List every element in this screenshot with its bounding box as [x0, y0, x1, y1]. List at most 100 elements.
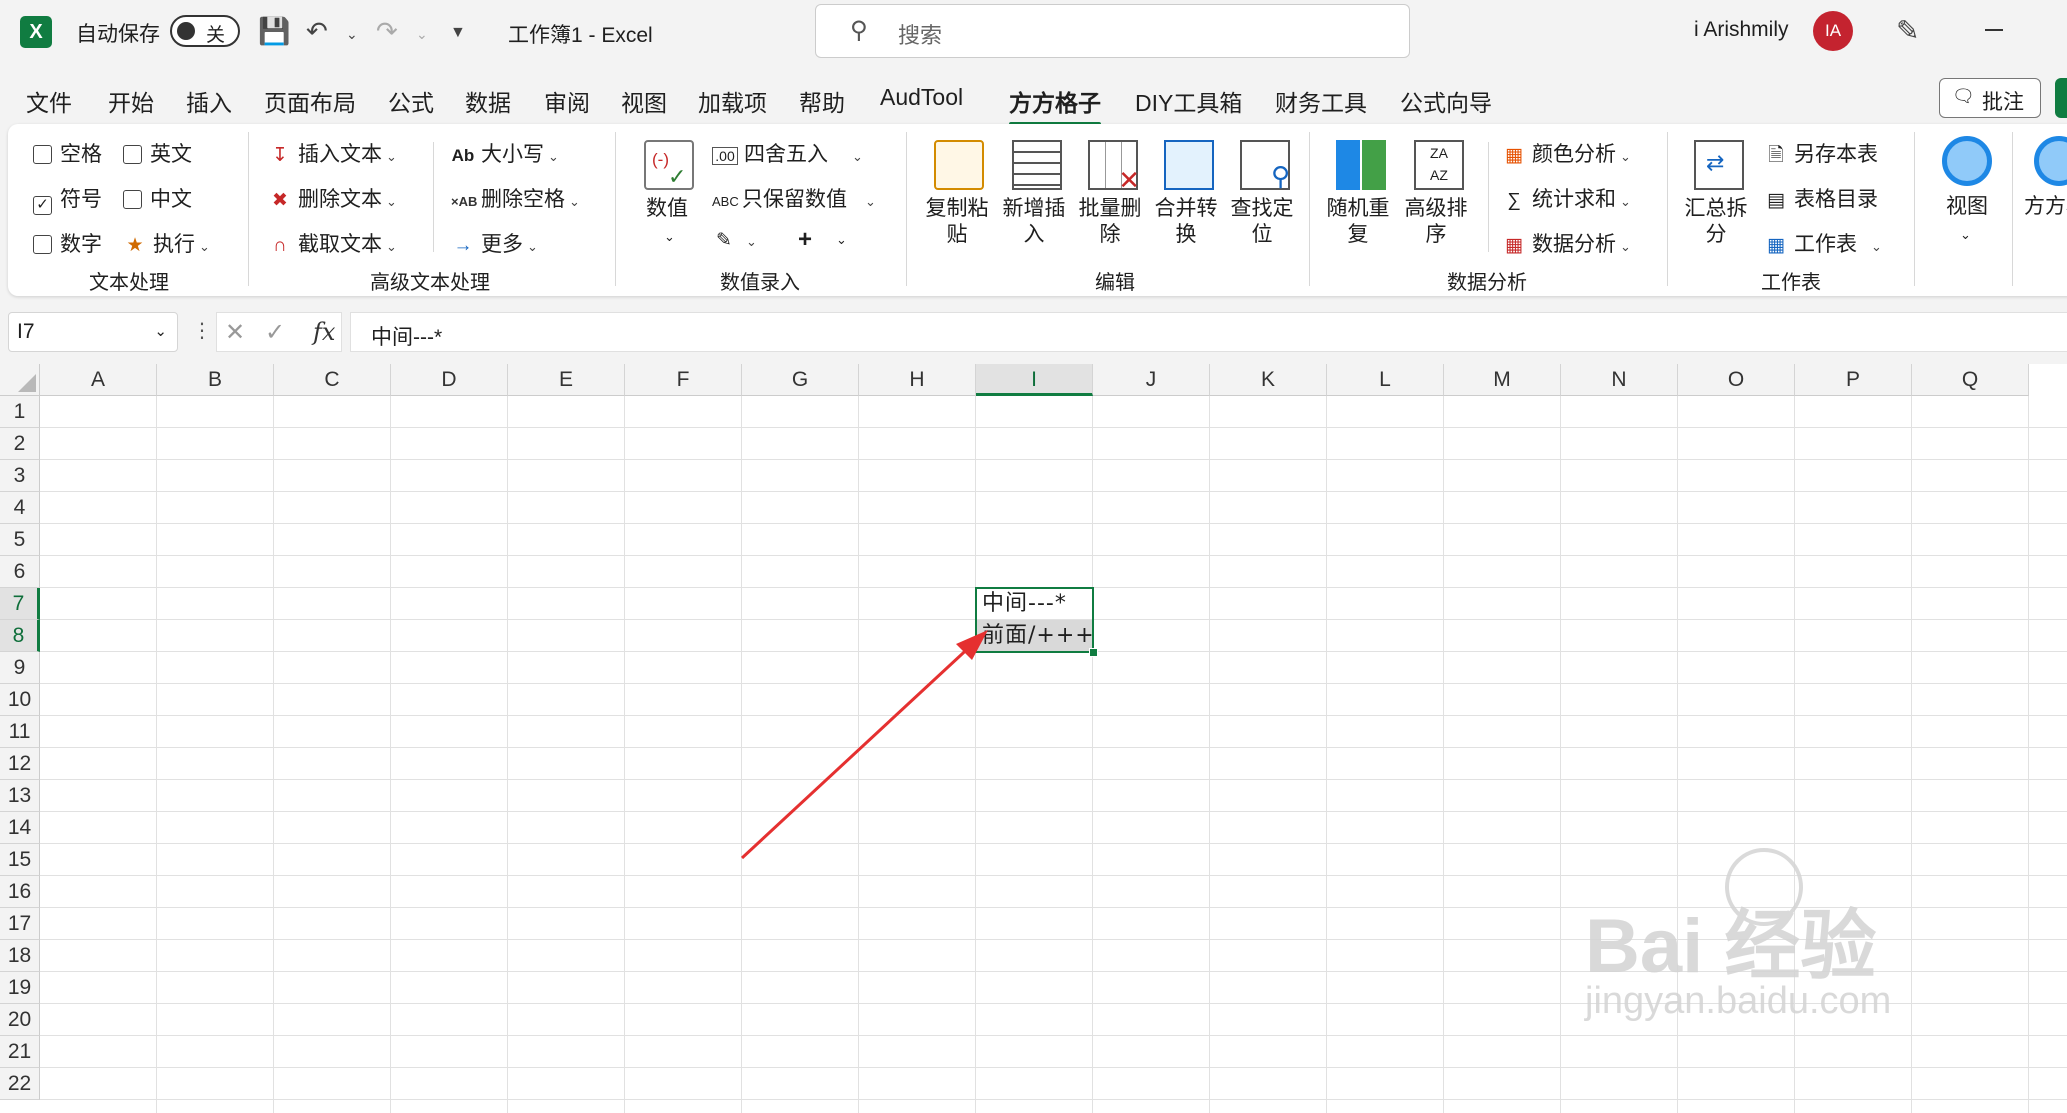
formula-input[interactable]: 中间---* [350, 312, 2067, 352]
random-repeat-button[interactable]: 随机重复 [1326, 196, 1390, 248]
numeric-dropdown-icon[interactable]: ⌄ [664, 224, 675, 250]
row-header-22[interactable]: 22 [0, 1068, 40, 1100]
row-header-20[interactable]: 20 [0, 1004, 40, 1036]
row-header-12[interactable]: 12 [0, 748, 40, 780]
row-header-6[interactable]: 6 [0, 556, 40, 588]
user-name[interactable]: i Arishmily [1694, 18, 1789, 42]
row-header-8[interactable]: 8 [0, 620, 40, 652]
tab-audtool[interactable]: AudTool [880, 84, 963, 111]
add-insert-icon[interactable] [1012, 140, 1062, 190]
cancel-icon[interactable]: ✕ [225, 318, 245, 347]
select-all-corner[interactable] [0, 364, 40, 396]
column-header-f[interactable]: F [625, 364, 742, 396]
column-header-m[interactable]: M [1444, 364, 1561, 396]
copy-paste-icon[interactable] [934, 140, 984, 190]
row-header-17[interactable]: 17 [0, 908, 40, 940]
add-insert-button[interactable]: 新增插入 [1002, 196, 1066, 248]
fill-handle[interactable] [1089, 648, 1098, 657]
minimize-icon[interactable] [1985, 29, 2003, 31]
checkbox-english[interactable]: 英文 [123, 138, 192, 168]
stat-sum-button[interactable]: ∑ 统计求和 ⌄ [1502, 183, 1631, 213]
column-header-b[interactable]: B [157, 364, 274, 396]
save-sheet-button[interactable]: 🗎 另存本表 [1764, 138, 1878, 173]
column-header-h[interactable]: H [859, 364, 976, 396]
view-icon[interactable] [1942, 136, 1992, 186]
row-header-14[interactable]: 14 [0, 812, 40, 844]
worksheet-button[interactable]: ▦ 工作表 ⌄ [1764, 228, 1882, 258]
view-dropdown-icon[interactable]: ⌄ [1960, 222, 1971, 248]
summary-split-icon[interactable]: ⇄ [1694, 140, 1744, 190]
column-header-l[interactable]: L [1327, 364, 1444, 396]
row-header-16[interactable]: 16 [0, 876, 40, 908]
copy-paste-button[interactable]: 复制粘贴 [925, 196, 989, 248]
row-header-15[interactable]: 15 [0, 844, 40, 876]
row-header-2[interactable]: 2 [0, 428, 40, 460]
avatar[interactable]: IA [1813, 11, 1853, 51]
column-header-e[interactable]: E [508, 364, 625, 396]
row-header-3[interactable]: 3 [0, 460, 40, 492]
comments-button[interactable]: 🗨 批注 [1939, 78, 2041, 118]
column-header-i[interactable]: I [976, 364, 1093, 396]
column-header-j[interactable]: J [1093, 364, 1210, 396]
add-dropdown-icon[interactable]: ⌄ [836, 232, 847, 248]
batch-delete-icon[interactable]: ✕ [1088, 140, 1140, 195]
tab-addins[interactable]: 加载项 [698, 84, 767, 118]
advanced-sort-button[interactable]: 高级排序 [1404, 196, 1468, 248]
delete-space-button[interactable]: ×AB 删除空格 ⌄ [451, 183, 580, 213]
view-label[interactable]: 视图 [1946, 194, 1988, 220]
row-header-19[interactable]: 19 [0, 972, 40, 1004]
case-button[interactable]: Ab 大小写 ⌄ [451, 138, 559, 168]
numeric-icon[interactable]: (-) ✓ [644, 140, 694, 190]
tab-file[interactable]: 文件 [26, 84, 72, 118]
column-header-k[interactable]: K [1210, 364, 1327, 396]
column-header-g[interactable]: G [742, 364, 859, 396]
spreadsheet-grid[interactable]: A B C D E F G H I J K L M N O P Q 1 2 3 4 5 6 7 8 9 10 11 12 13 14 15 16… [0, 364, 2067, 1113]
data-analysis-button[interactable]: ▦ 数据分析 ⌄ [1502, 228, 1631, 258]
tab-review[interactable]: 审阅 [544, 84, 590, 118]
name-box[interactable]: I7 ⌄ [8, 312, 178, 352]
tab-fangfanggezi[interactable]: 方方格子 [1009, 84, 1101, 126]
customize-toolbar-icon[interactable]: ▼ [450, 24, 466, 42]
tab-data[interactable]: 数据 [465, 84, 511, 118]
row-header-11[interactable]: 11 [0, 716, 40, 748]
tab-page-layout[interactable]: 页面布局 [264, 84, 356, 118]
row-header-21[interactable]: 21 [0, 1036, 40, 1068]
column-header-a[interactable]: A [40, 364, 157, 396]
batch-delete-button[interactable]: 批量删除 [1078, 196, 1142, 248]
tab-diy-toolbox[interactable]: DIY工具箱 [1135, 84, 1242, 118]
row-header-18[interactable]: 18 [0, 940, 40, 972]
column-header-q[interactable]: Q [1912, 364, 2029, 396]
row-header-4[interactable]: 4 [0, 492, 40, 524]
delete-text-button[interactable]: ✖ 删除文本 ⌄ [268, 183, 397, 213]
find-locate-button[interactable]: 查找定位 [1230, 196, 1294, 248]
column-header-d[interactable]: D [391, 364, 508, 396]
undo-icon[interactable]: ↶ [306, 16, 328, 47]
round-button[interactable]: .00 四舍五入 ⌄ [712, 138, 863, 168]
merge-convert-button[interactable]: 合并转换 [1154, 196, 1218, 248]
checkbox-chinese[interactable]: 中文 [123, 183, 192, 213]
share-button[interactable] [2055, 78, 2067, 118]
function-icon[interactable]: fx [313, 318, 335, 346]
autosave-toggle[interactable]: 关 [170, 15, 240, 47]
summary-split-button[interactable]: 汇总拆分 [1684, 196, 1748, 248]
row-header-1[interactable]: 1 [0, 396, 40, 428]
checkbox-symbol[interactable]: ✓ 符号 [33, 183, 102, 215]
tab-formula-wizard[interactable]: 公式向导 [1400, 84, 1492, 118]
edit-input-button[interactable]: ✎ ⌄ [712, 228, 757, 252]
insert-text-button[interactable]: ↧ 插入文本 ⌄ [268, 138, 397, 168]
fangfang-label[interactable]: 方方格子 [2024, 194, 2067, 220]
confirm-icon[interactable]: ✓ [265, 318, 285, 347]
tab-home[interactable]: 开始 [108, 84, 154, 118]
chevron-down-icon[interactable]: ⌄ [154, 322, 167, 340]
random-repeat-icon[interactable] [1336, 140, 1386, 190]
tab-view[interactable]: 视图 [621, 84, 667, 118]
column-header-n[interactable]: N [1561, 364, 1678, 396]
more-button[interactable]: → 更多 ⌄ [451, 228, 538, 258]
checkbox-space[interactable]: 空格 [33, 138, 102, 168]
extract-text-button[interactable]: ∩ 截取文本 ⌄ [268, 228, 397, 258]
color-analysis-button[interactable]: ▦ 颜色分析 ⌄ [1502, 138, 1631, 168]
sheet-toc-button[interactable]: ▤ 表格目录 [1764, 183, 1878, 213]
column-header-p[interactable]: P [1795, 364, 1912, 396]
advanced-sort-icon[interactable]: ZA AZ [1414, 140, 1464, 190]
fangfang-icon[interactable] [2034, 136, 2067, 186]
